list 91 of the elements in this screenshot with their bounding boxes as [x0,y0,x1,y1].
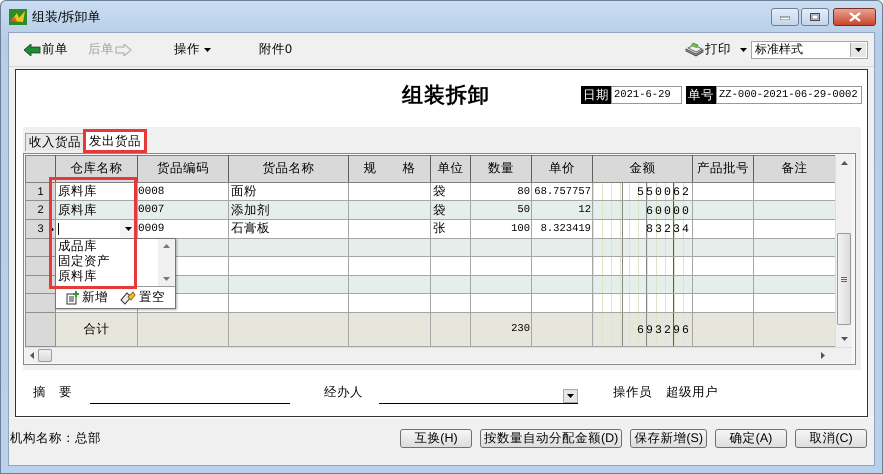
column-header[interactable]: 货品名称 [228,156,348,182]
action-button[interactable]: 按数量自动分配金额(D) [480,429,622,448]
maximize-icon [810,12,820,20]
column-header[interactable]: 单位 [430,156,470,182]
table-cell: 230 [511,323,530,336]
column-header[interactable]: 金额 [592,156,692,182]
close-icon [848,12,860,22]
total-label: 合计 [84,322,110,336]
maximize-button[interactable] [801,8,829,26]
table-cell: 12 [578,204,591,216]
summary-label: 摘 要 [33,384,72,400]
arrow-down-icon[interactable] [840,337,848,341]
organization-label: 机构名称：总部 [10,430,102,447]
caret-icon [125,226,132,231]
handler-label: 经办人 [324,384,363,400]
grip-icon [841,276,847,282]
caret-icon [204,48,211,52]
table-cell: 面粉 [231,184,257,198]
toolbar-button[interactable]: 操作 [174,41,211,58]
form-title: 组装拆卸 [402,82,490,109]
note-plus-icon [66,290,79,304]
print-button[interactable]: 打印 [684,41,731,58]
tab[interactable]: 发出货品 [85,131,145,151]
action-button[interactable]: 互换(H) [400,429,472,448]
table-cell: 68.757757 [534,186,591,198]
number-field[interactable]: ZZ-000-2021-06-29-0002 [716,86,862,104]
date-label: 日期 [581,86,611,104]
row-number: 3 [37,222,44,235]
toolbar-button[interactable]: 附件0 [259,41,292,58]
scroll-thumb[interactable] [837,233,851,325]
table-cell: 100 [511,222,530,235]
row-pointer-icon [50,226,54,233]
table-cell: 石膏板 [231,221,270,236]
arrow-up-icon[interactable] [163,244,170,248]
eraser-icon [120,290,136,304]
minimize-icon [780,14,790,20]
dropdown-option[interactable]: 原料库 [58,269,158,284]
vertical-scrollbar[interactable] [835,155,852,347]
table-cell: 0009 [138,222,164,235]
caret-icon [855,48,862,52]
printer-icon [684,42,704,58]
window-title: 组装/拆卸单 [32,8,102,26]
table-cell: 0008 [138,186,164,198]
table-cell: 8.323419 [540,222,591,235]
action-button[interactable]: 取消(C) [795,429,867,448]
warehouse-dropdown[interactable] [56,220,136,238]
action-button[interactable]: 确定(A) [715,429,787,448]
column-header[interactable]: 规 格 [348,156,430,182]
arrow-right-icon [115,44,132,56]
operator-label: 操作员 [613,384,652,400]
dropdown-action[interactable]: 置空 [120,289,165,306]
arrow-left-icon[interactable] [30,352,34,359]
row-number: 1 [37,186,44,198]
column-header[interactable]: 单价 [532,156,592,182]
column-header[interactable]: 货品编码 [138,156,228,182]
toolbar-button[interactable]: 前单 [24,41,68,58]
table-cell: 添加剂 [231,202,270,217]
number-label: 单号 [686,86,716,104]
column-header[interactable]: 产品批号 [692,156,754,182]
scroll-thumb[interactable] [38,349,52,362]
dropdown-list[interactable]: 成品库 固定资产 原料库 新增 置空 [55,238,176,309]
operator-name: 超级用户 [666,384,718,400]
table-cell: 50 [517,204,530,216]
row-number: 2 [37,204,44,216]
app-icon [9,8,27,24]
style-select[interactable]: 标准样式 [751,40,868,58]
dropdown-action[interactable]: 新增 [66,289,108,306]
handler-dropdown[interactable] [379,388,578,404]
table-cell: 袋 [433,202,446,217]
dropdown-option[interactable]: 成品库 [58,239,158,254]
arrow-right-icon[interactable] [821,352,825,359]
dropdown-option[interactable]: 固定资产 [58,254,158,269]
horizontal-scrollbar[interactable] [25,347,852,363]
table-cell: 原料库 [58,184,97,198]
arrow-up-icon[interactable] [840,161,848,165]
table-cell: 张 [433,221,446,236]
caret-icon[interactable] [740,48,747,52]
date-field[interactable]: 2021-6-29 [611,86,682,104]
close-button[interactable] [833,8,876,26]
table-cell: 0007 [138,204,164,216]
caret-icon [567,394,574,398]
action-button[interactable]: 保存新增(S) [630,429,707,448]
arrow-left-icon [24,44,41,56]
tab[interactable]: 收入货品 [25,133,85,151]
column-header[interactable]: 备注 [754,156,836,182]
table-cell: 原料库 [58,202,97,217]
table-cell: 袋 [433,184,446,198]
table-cell: 80 [517,186,530,198]
column-header[interactable]: 数量 [470,156,532,182]
minimize-button[interactable] [771,8,799,26]
arrow-down-icon[interactable] [163,277,170,281]
